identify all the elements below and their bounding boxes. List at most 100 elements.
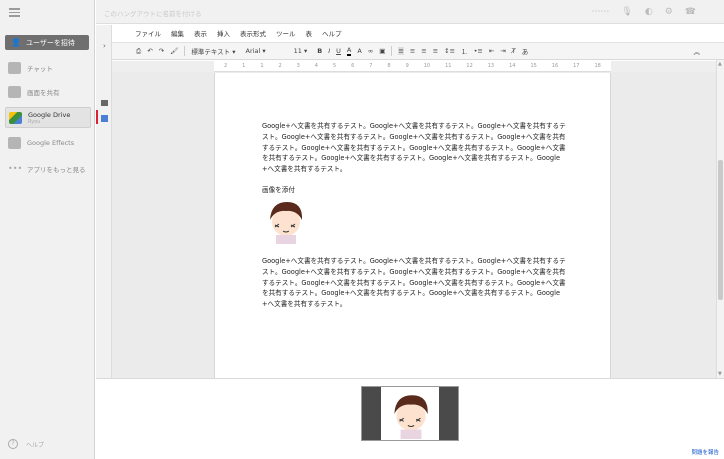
ruler-mark: 4: [314, 63, 318, 69]
scroll-down-icon[interactable]: ▼: [718, 371, 722, 377]
signal-icon: ⋯⋯: [591, 7, 610, 17]
participant-filmstrip: 問題を報告: [96, 378, 724, 459]
redo-icon[interactable]: ↷: [159, 47, 164, 55]
app-drive-sub: Ryou: [28, 118, 41, 125]
app-drive-label: Google Drive: [28, 110, 71, 119]
align-left-icon[interactable]: ≡: [398, 47, 404, 55]
clear-format-icon[interactable]: T̸: [512, 47, 516, 55]
app-google-drive[interactable]: Google Drive Ryou: [5, 107, 91, 128]
ruler[interactable]: 2 1 1 2 3 4 5 6 7 8 9 10 11 12 13 14 15 16 17 18: [214, 61, 611, 72]
menu-item[interactable]: 編集: [171, 28, 184, 38]
size-select[interactable]: 11 ▾: [294, 47, 308, 55]
ruler-mark: 14: [509, 63, 516, 69]
hangout-topbar: このハングアウトに名前を付ける ⋯⋯ 🎙 ◐ ⚙ ☎: [96, 0, 724, 24]
settings-icon[interactable]: ⚙: [665, 7, 673, 17]
thumb-letterbox-right: [439, 387, 458, 440]
app-screenshare-label: 画面を共有: [27, 89, 60, 97]
menu-item[interactable]: 挿入: [217, 28, 230, 38]
app-drive-text: Google Drive Ryou: [28, 111, 70, 125]
italic-button[interactable]: I: [328, 47, 330, 55]
comment-icon[interactable]: ▣: [379, 47, 385, 55]
hangup-icon[interactable]: ☎: [685, 7, 696, 17]
menu-item[interactable]: ツール: [276, 28, 296, 38]
app-screenshare[interactable]: 画面を共有: [5, 82, 91, 102]
ruler-mark: 5: [332, 63, 337, 69]
scrollbar-thumb[interactable]: [718, 160, 723, 300]
paragraph-1[interactable]: Google+へ文書を共有するテスト。Google+へ文書を共有するテスト。Go…: [262, 121, 567, 175]
style-select[interactable]: 標準テキスト ▾: [191, 46, 235, 56]
hangout-name-field[interactable]: このハングアウトに名前を付ける: [104, 8, 202, 18]
toolbar-divider-2: [391, 46, 393, 56]
invite-button[interactable]: 👤 ユーザーを招待: [5, 35, 89, 50]
menu-item[interactable]: ヘルプ: [322, 28, 342, 38]
font-select-value: Arial: [245, 47, 261, 55]
ruler-mark: 10: [423, 63, 431, 69]
report-problem-link[interactable]: 問題を報告: [691, 448, 719, 456]
menu-item[interactable]: ファイル: [135, 28, 161, 38]
help-icon: ?: [8, 439, 18, 449]
line-spacing-icon[interactable]: ↕≡: [444, 47, 455, 55]
size-select-value: 11: [293, 47, 302, 55]
numbered-list-icon[interactable]: ⒈: [461, 46, 468, 56]
ruler-mark: 8: [387, 63, 391, 69]
expand-arrow-icon[interactable]: ›: [103, 42, 106, 50]
align-center-icon[interactable]: ≡: [410, 47, 415, 55]
underline-button[interactable]: U: [336, 47, 341, 55]
google-drive-icon: [9, 111, 22, 124]
help-label: ヘルプ: [26, 441, 45, 449]
bold-button[interactable]: B: [317, 47, 322, 55]
top-controls: ⋯⋯ 🎙 ◐ ⚙ ☎: [591, 7, 696, 17]
ruler-mark: 13: [487, 63, 495, 69]
collapse-icon[interactable]: ︽: [694, 46, 701, 56]
active-indicator: [96, 110, 98, 124]
screenshare-icon: [8, 86, 21, 98]
align-right-icon[interactable]: ≡: [421, 47, 426, 55]
ruler-mark: 2: [224, 63, 228, 69]
doc-icon[interactable]: [101, 115, 108, 122]
paragraph-2[interactable]: Google+へ文書を共有するテスト。Google+へ文書を共有するテスト。Go…: [262, 256, 567, 310]
ruler-mark: 1: [242, 63, 246, 69]
apps-sidebar: 👤 ユーザーを招待 チャット 画面を共有 Google Drive Ryou G…: [0, 0, 95, 459]
menu-item[interactable]: 表示: [194, 28, 207, 38]
app-effects[interactable]: Google Effects: [5, 133, 91, 153]
help-link[interactable]: ? ヘルプ: [8, 439, 44, 449]
text-color-button[interactable]: A: [346, 46, 352, 56]
print-icon[interactable]: ⎙: [136, 47, 141, 56]
character-image[interactable]: [263, 196, 309, 244]
participant-video-thumb[interactable]: [361, 386, 459, 441]
camera-off-icon[interactable]: ◐: [645, 7, 653, 17]
scroll-up-icon[interactable]: ▲: [718, 61, 722, 67]
font-select[interactable]: Arial ▾: [246, 47, 266, 55]
ruler-mark: 16: [551, 63, 559, 69]
slides-icon[interactable]: [101, 100, 108, 106]
thumb-letterbox-left: [362, 387, 381, 440]
ruler-mark: 11: [445, 63, 452, 69]
app-effects-label: Google Effects: [27, 139, 75, 147]
bullet-list-icon[interactable]: •≡: [474, 47, 483, 55]
app-more[interactable]: ••• アプリをもっと見る: [5, 159, 91, 179]
app-chat[interactable]: チャット: [5, 58, 91, 78]
highlight-button[interactable]: A: [357, 47, 361, 55]
link-icon[interactable]: ∞: [368, 47, 373, 55]
increase-indent-icon[interactable]: ⇥: [500, 47, 505, 55]
ruler-mark: 2: [278, 63, 282, 69]
paint-format-icon[interactable]: 🖌: [170, 47, 178, 55]
ruler-mark: 17: [573, 63, 580, 69]
image-caption[interactable]: 画像を添付: [262, 184, 295, 194]
decrease-indent-icon[interactable]: ⇤: [489, 47, 494, 55]
menu-item[interactable]: 表示形式: [240, 28, 266, 38]
input-tools-icon[interactable]: あ: [522, 46, 529, 56]
document-scrollbar[interactable]: ▲ ▼: [716, 60, 724, 378]
document-page[interactable]: Google+へ文書を共有するテスト。Google+へ文書を共有するテスト。Go…: [214, 73, 611, 379]
ruler-mark: 1: [260, 63, 264, 69]
align-justify-icon[interactable]: ≡: [433, 47, 438, 55]
toolbar-divider: [184, 46, 186, 56]
undo-icon[interactable]: ↶: [147, 47, 152, 55]
menu-item[interactable]: 表: [306, 28, 313, 38]
mic-off-icon[interactable]: 🎙: [621, 7, 632, 17]
participant-avatar: [394, 395, 428, 439]
menu-icon[interactable]: [9, 8, 20, 17]
hangouts-window: 👤 ユーザーを招待 チャット 画面を共有 Google Drive Ryou G…: [0, 0, 724, 459]
ruler-mark: 3: [296, 63, 300, 69]
docs-menubar: ファイル 編集 表示 挿入 表示形式 ツール表ヘルプ: [112, 25, 724, 42]
